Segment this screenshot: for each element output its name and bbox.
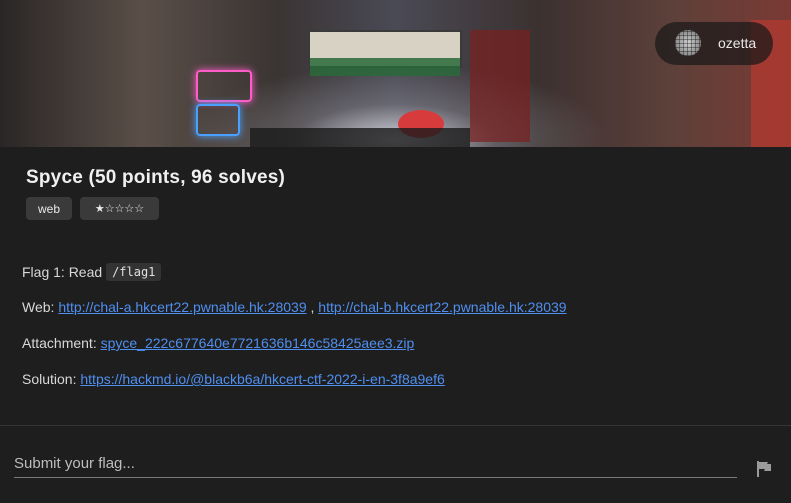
web-separator: , — [310, 299, 315, 315]
solution-link[interactable]: https://hackmd.io/@blackb6a/hkcert-ctf-2… — [80, 371, 444, 387]
challenge-banner-image: ozetta — [0, 0, 791, 147]
tag-web: web — [26, 197, 72, 220]
attachment-label: Attachment: — [22, 335, 97, 351]
banner-red-sign — [470, 30, 530, 142]
attachment-line: Attachment: spyce_222c677640e7721636b146… — [22, 335, 414, 351]
flag-icon[interactable] — [754, 459, 774, 479]
solution-label: Solution: — [22, 371, 77, 387]
web-link-a[interactable]: http://chal-a.hkcert22.pwnable.hk:28039 — [58, 299, 306, 315]
banner-neon-sign — [196, 70, 252, 102]
avatar — [675, 30, 701, 56]
web-label: Web: — [22, 299, 55, 315]
flag-label: Flag 1: Read — [22, 264, 103, 280]
flag-input[interactable] — [14, 450, 737, 478]
challenge-title: Spyce (50 points, 96 solves) — [26, 167, 286, 188]
web-link-b[interactable]: http://chal-b.hkcert22.pwnable.hk:28039 — [318, 299, 566, 315]
divider — [0, 425, 791, 426]
banner-sign-strip — [310, 58, 460, 76]
difficulty-tag: ★☆☆☆☆ — [80, 197, 159, 220]
username: ozetta — [718, 35, 757, 51]
user-chip[interactable]: ozetta — [655, 22, 773, 65]
flag-instruction: Flag 1: Read /flag1 — [22, 263, 162, 281]
attachment-link[interactable]: spyce_222c677640e7721636b146c58425aee3.z… — [101, 335, 415, 351]
banner-neon-sign — [196, 104, 240, 136]
flag-path-code: /flag1 — [106, 263, 162, 281]
solution-line: Solution: https://hackmd.io/@blackb6a/hk… — [22, 371, 445, 387]
banner-crowd — [250, 128, 470, 147]
web-line: Web: http://chal-a.hkcert22.pwnable.hk:2… — [22, 299, 567, 315]
